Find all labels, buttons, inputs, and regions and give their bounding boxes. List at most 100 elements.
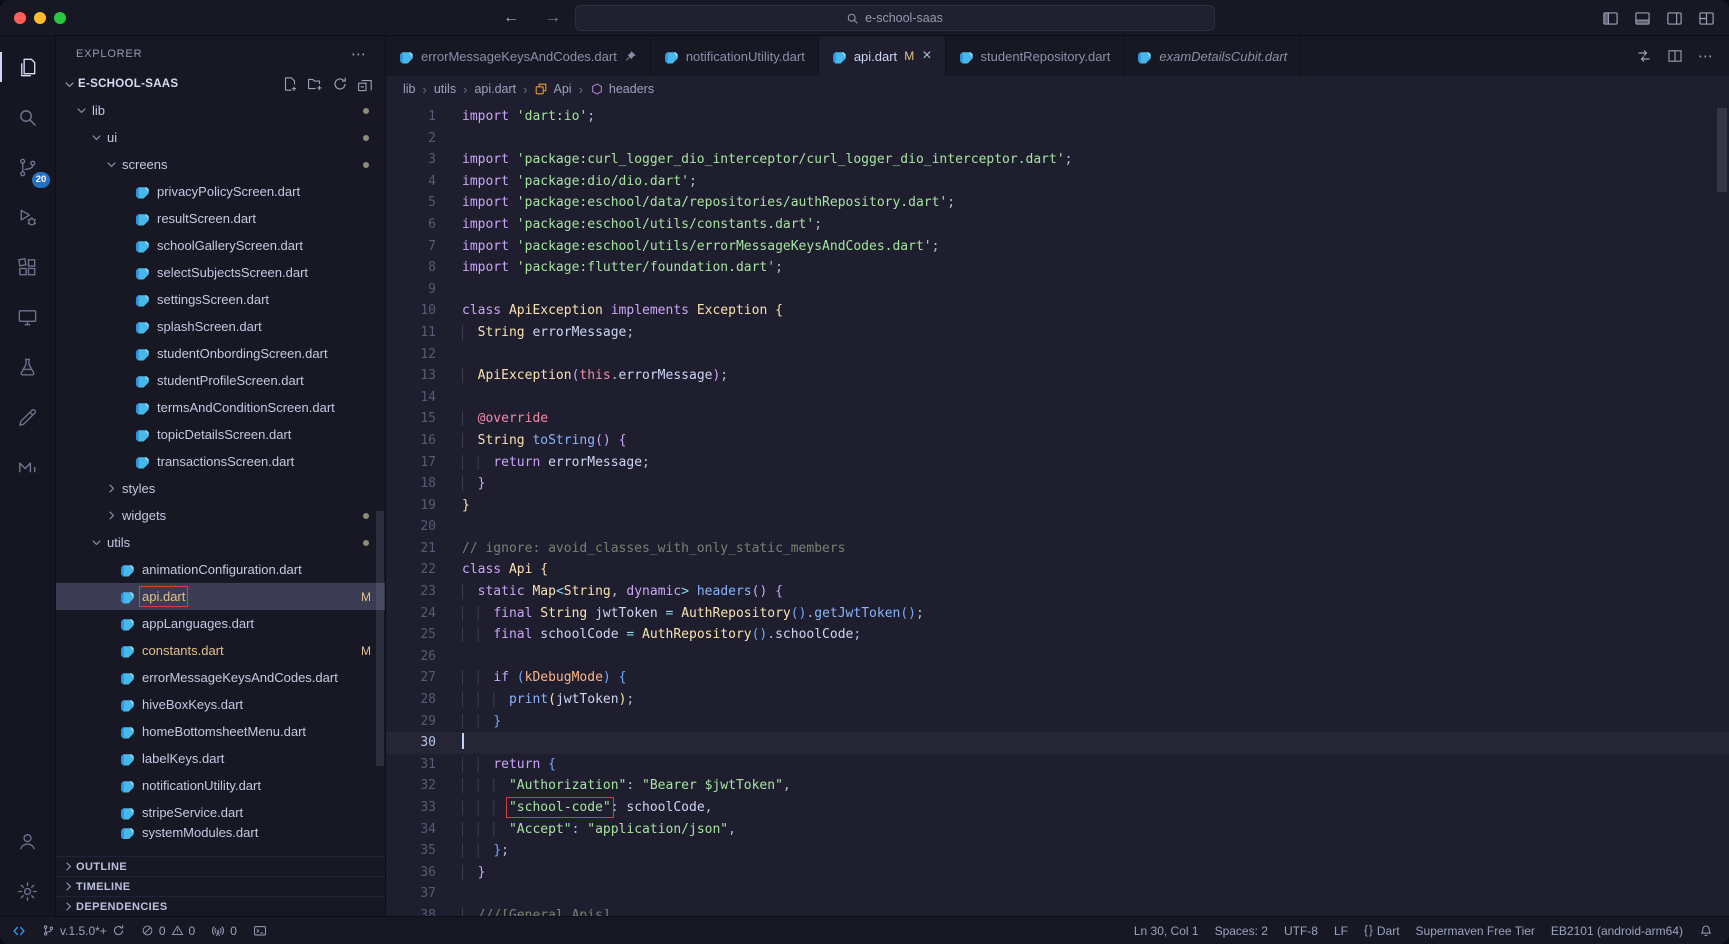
line-number[interactable]: 26 (386, 646, 436, 668)
status-debug-console[interactable] (245, 917, 275, 944)
tab-examdetailscubit-dart[interactable]: examDetailsCubit.dart (1124, 36, 1301, 76)
line-number[interactable]: 16 (386, 430, 436, 452)
code-line-34[interactable]: 34 "Accept": "application/json", (386, 819, 1729, 841)
line-number[interactable]: 4 (386, 171, 436, 193)
tree-item-errormessagekeysandcodes-dart[interactable]: errorMessageKeysAndCodes.dart (56, 664, 385, 691)
tree-item-constants-dart[interactable]: constants.dartM (56, 637, 385, 664)
tree-item-hiveboxkeys-dart[interactable]: hiveBoxKeys.dart (56, 691, 385, 718)
line-number[interactable]: 29 (386, 711, 436, 733)
line-number[interactable]: 21 (386, 538, 436, 560)
code-line-8[interactable]: 8import 'package:flutter/foundation.dart… (386, 257, 1729, 279)
section-outline[interactable]: OUTLINE (56, 856, 385, 876)
split-editor-icon[interactable] (1667, 48, 1683, 64)
code-line-1[interactable]: 1import 'dart:io'; (386, 106, 1729, 128)
status-supermaven[interactable]: Supermaven Free Tier (1408, 917, 1543, 944)
run-debug-icon[interactable] (0, 192, 55, 242)
line-number[interactable]: 35 (386, 840, 436, 862)
code-line-5[interactable]: 5import 'package:eschool/data/repositori… (386, 192, 1729, 214)
tree-item-utils[interactable]: utils (56, 529, 385, 556)
testing-icon[interactable] (0, 342, 55, 392)
code-line-10[interactable]: 10class ApiException implements Exceptio… (386, 300, 1729, 322)
code-line-13[interactable]: 13 ApiException(this.errorMessage); (386, 365, 1729, 387)
tree-item-applanguages-dart[interactable]: appLanguages.dart (56, 610, 385, 637)
tree-item-termsandconditionscreen-dart[interactable]: termsAndConditionScreen.dart (56, 394, 385, 421)
line-number[interactable]: 17 (386, 452, 436, 474)
status-remote-indicator[interactable] (4, 917, 34, 944)
code-line-17[interactable]: 17 return errorMessage; (386, 452, 1729, 474)
line-number[interactable]: 19 (386, 495, 436, 517)
new-folder-icon[interactable] (307, 76, 323, 92)
code-line-11[interactable]: 11 String errorMessage; (386, 322, 1729, 344)
line-number[interactable]: 33 (386, 797, 436, 819)
code-line-14[interactable]: 14 (386, 387, 1729, 409)
new-file-icon[interactable] (282, 76, 298, 92)
line-number[interactable]: 36 (386, 862, 436, 884)
line-number[interactable]: 27 (386, 667, 436, 689)
close-icon[interactable]: × (922, 48, 931, 64)
breadcrumb-item-api[interactable]: Api (534, 82, 571, 96)
code-line-31[interactable]: 31 return { (386, 754, 1729, 776)
toggle-sidebar-left-icon[interactable] (1602, 10, 1619, 27)
line-number[interactable]: 31 (386, 754, 436, 776)
code-line-30[interactable]: 30 (386, 732, 1729, 754)
code-line-24[interactable]: 24 final String jwtToken = AuthRepositor… (386, 603, 1729, 625)
minimize-window-button[interactable] (34, 12, 46, 24)
line-number[interactable]: 6 (386, 214, 436, 236)
tree-item-notificationutility-dart[interactable]: notificationUtility.dart (56, 772, 385, 799)
accounts-icon[interactable] (0, 816, 55, 866)
line-number[interactable]: 23 (386, 581, 436, 603)
line-number[interactable]: 10 (386, 300, 436, 322)
code-line-19[interactable]: 19} (386, 495, 1729, 517)
code-line-36[interactable]: 36 } (386, 862, 1729, 884)
command-center-search[interactable]: e-school-saas (575, 5, 1215, 31)
tree-item-ui[interactable]: ui (56, 124, 385, 151)
line-number[interactable]: 38 (386, 905, 436, 916)
tab-api-dart[interactable]: api.dartM× (819, 36, 946, 76)
code-line-29[interactable]: 29 } (386, 711, 1729, 733)
code-line-15[interactable]: 15 @override (386, 408, 1729, 430)
status-language-mode[interactable]: { }Dart (1356, 917, 1408, 944)
code-line-4[interactable]: 4import 'package:dio/dio.dart'; (386, 171, 1729, 193)
tree-item-api-dart[interactable]: api.dartM (56, 583, 385, 610)
scrollbar-thumb[interactable] (376, 511, 384, 766)
tree-item-resultscreen-dart[interactable]: resultScreen.dart (56, 205, 385, 232)
line-number[interactable]: 5 (386, 192, 436, 214)
code-line-32[interactable]: 32 "Authorization": "Bearer $jwtToken", (386, 775, 1729, 797)
remote-explorer-icon[interactable] (0, 292, 55, 342)
pin-icon[interactable] (624, 50, 637, 63)
status-indentation[interactable]: Spaces: 2 (1207, 917, 1276, 944)
extensions-icon[interactable] (0, 242, 55, 292)
line-number[interactable]: 11 (386, 322, 436, 344)
code-line-12[interactable]: 12 (386, 344, 1729, 366)
line-number[interactable]: 9 (386, 279, 436, 301)
line-number[interactable]: 34 (386, 819, 436, 841)
line-number[interactable]: 13 (386, 365, 436, 387)
line-number[interactable]: 24 (386, 603, 436, 625)
editor[interactable]: 1import 'dart:io';23import 'package:curl… (386, 102, 1729, 916)
tree-item-studentprofilescreen-dart[interactable]: studentProfileScreen.dart (56, 367, 385, 394)
tree-item-schoolgalleryscreen-dart[interactable]: schoolGalleryScreen.dart (56, 232, 385, 259)
tree-item-settingsscreen-dart[interactable]: settingsScreen.dart (56, 286, 385, 313)
code-line-25[interactable]: 25 final schoolCode = AuthRepository().s… (386, 624, 1729, 646)
line-number[interactable]: 12 (386, 344, 436, 366)
tree-item-homebottomsheetmenu-dart[interactable]: homeBottomsheetMenu.dart (56, 718, 385, 745)
tree-item-topicdetailsscreen-dart[interactable]: topicDetailsScreen.dart (56, 421, 385, 448)
line-number[interactable]: 25 (386, 624, 436, 646)
line-number[interactable]: 28 (386, 689, 436, 711)
supermaven-icon[interactable] (0, 442, 55, 492)
line-number[interactable]: 37 (386, 883, 436, 905)
tab-notificationutility-dart[interactable]: notificationUtility.dart (651, 36, 819, 76)
tree-item-screens[interactable]: screens (56, 151, 385, 178)
tree-item-privacypolicyscreen-dart[interactable]: privacyPolicyScreen.dart (56, 178, 385, 205)
line-number[interactable]: 32 (386, 775, 436, 797)
status-eol[interactable]: LF (1326, 917, 1356, 944)
toggle-sidebar-right-icon[interactable] (1666, 10, 1683, 27)
more-actions-icon[interactable]: ⋯ (1698, 47, 1714, 65)
forward-icon[interactable]: → (545, 9, 561, 27)
tree-item-lib[interactable]: lib (56, 97, 385, 124)
settings-gear-icon[interactable] (0, 866, 55, 916)
tree-item-styles[interactable]: styles (56, 475, 385, 502)
code-line-20[interactable]: 20 (386, 516, 1729, 538)
code-line-6[interactable]: 6import 'package:eschool/utils/constants… (386, 214, 1729, 236)
project-root[interactable]: E-SCHOOL-SAAS (56, 71, 385, 97)
